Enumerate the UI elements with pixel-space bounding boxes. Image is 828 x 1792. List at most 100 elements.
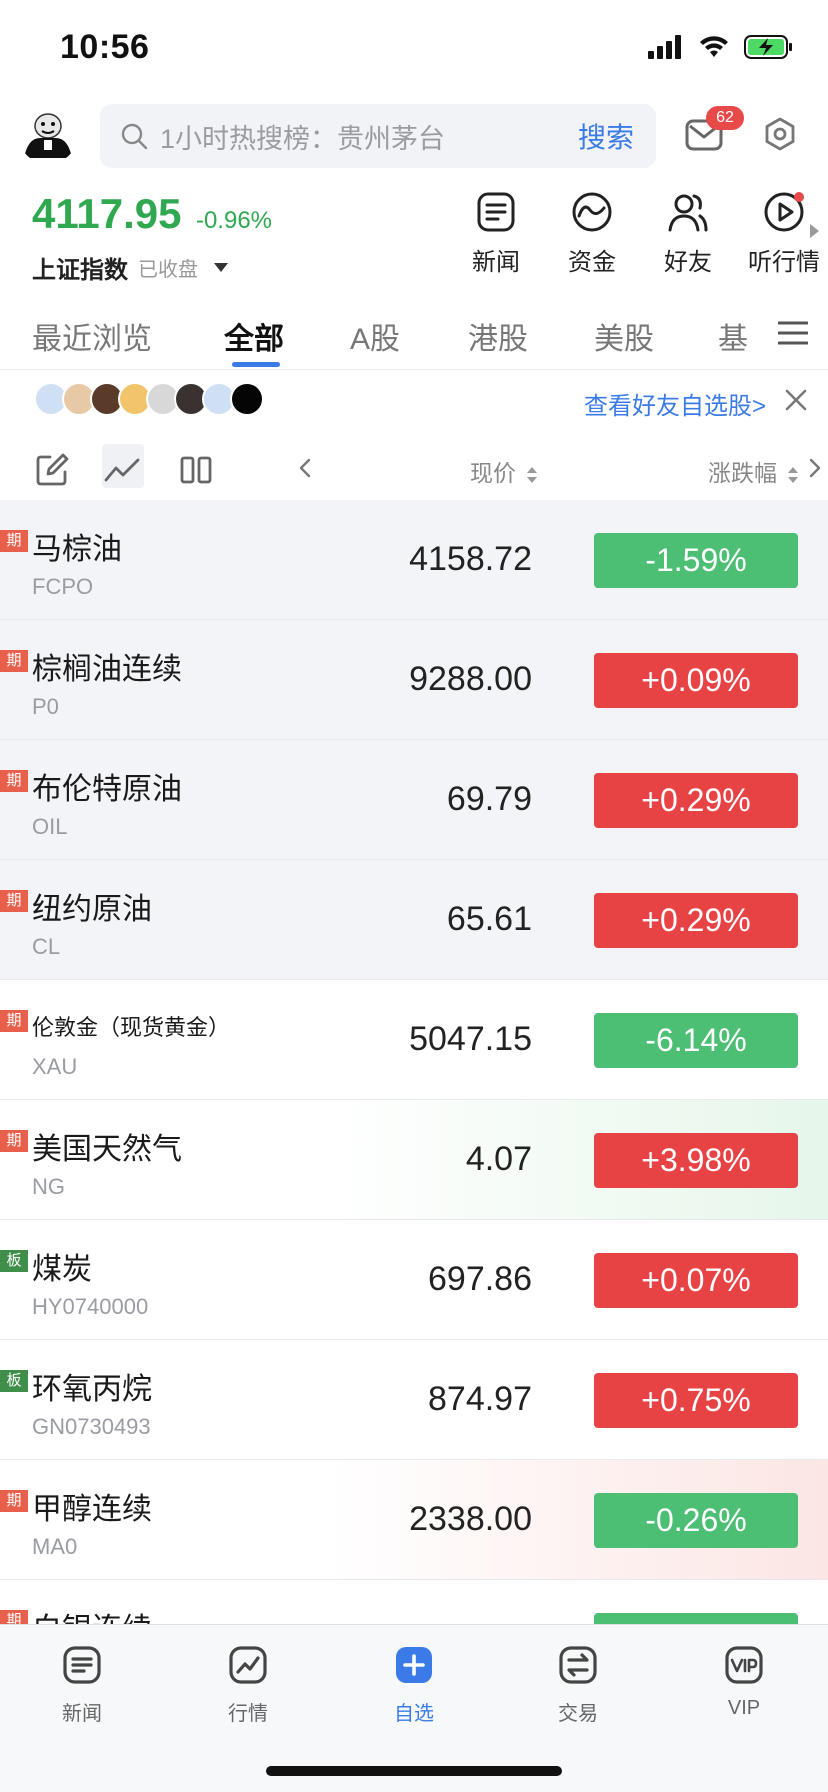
market-tab-icon bbox=[229, 1646, 267, 1684]
chevron-down-icon[interactable] bbox=[214, 263, 228, 272]
settings-icon[interactable] bbox=[762, 116, 798, 152]
trend-line-icon[interactable] bbox=[104, 452, 140, 488]
change-column-header[interactable]: 涨跌幅 bbox=[708, 454, 799, 488]
table-row[interactable]: 板 煤炭 HY0740000 697.86 +0.07% bbox=[0, 1220, 828, 1340]
quick-action-news[interactable]: 新闻 bbox=[448, 190, 544, 277]
search-icon bbox=[121, 123, 148, 150]
row-code: FCPO bbox=[32, 574, 94, 599]
menu-icon[interactable] bbox=[778, 320, 808, 346]
row-price: 4.07 bbox=[465, 1140, 532, 1178]
news-tab-icon bbox=[63, 1646, 101, 1684]
row-price: 5047.15 bbox=[409, 1020, 532, 1058]
status-icons bbox=[648, 34, 794, 60]
row-price: 69.79 bbox=[446, 780, 532, 818]
search-button[interactable]: 搜索 bbox=[578, 116, 634, 156]
change-pill[interactable]: +0.09% bbox=[594, 653, 798, 708]
row-price: 874.97 bbox=[428, 1380, 532, 1418]
tab-recent[interactable]: 最近浏览 bbox=[32, 314, 152, 358]
table-row[interactable]: 期 甲醇连续 MA0 2338.00 -0.26% bbox=[0, 1460, 828, 1580]
row-code: XAU bbox=[32, 1054, 78, 1079]
table-row[interactable]: 期 白银连续 bbox=[0, 1580, 828, 1624]
row-price: 697.86 bbox=[428, 1260, 532, 1298]
friends-watchlist-bar: 查看好友自选股> bbox=[0, 372, 828, 428]
row-name: 美国天然气 bbox=[32, 1133, 182, 1166]
row-name: 布伦特原油 bbox=[32, 773, 182, 806]
price-column-header[interactable]: 现价 bbox=[470, 454, 538, 488]
columns-icon[interactable] bbox=[178, 452, 214, 488]
table-row[interactable]: 板 环氧丙烷 GN0730493 874.97 +0.75% bbox=[0, 1340, 828, 1460]
table-row[interactable]: 期 马棕油 FCPO 4158.72 -1.59% bbox=[0, 500, 828, 620]
fund-flow-icon bbox=[572, 192, 612, 232]
tab-a-share[interactable]: A股 bbox=[350, 314, 400, 358]
tab-all[interactable]: 全部 bbox=[224, 314, 284, 358]
tab-hk[interactable]: 港股 bbox=[468, 314, 528, 358]
change-pill[interactable]: -6.14% bbox=[594, 1013, 798, 1068]
chevron-left-icon[interactable] bbox=[298, 458, 312, 478]
news-icon bbox=[477, 192, 515, 232]
row-name: 煤炭 bbox=[32, 1253, 92, 1286]
friend-avatars[interactable] bbox=[34, 382, 264, 416]
table-row[interactable]: 期 布伦特原油 OIL 69.79 +0.29% bbox=[0, 740, 828, 860]
change-pill[interactable]: +0.29% bbox=[594, 893, 798, 948]
change-pill[interactable]: +3.98% bbox=[594, 1133, 798, 1188]
status-time: 10:56 bbox=[60, 28, 150, 66]
view-friends-watchlist-link[interactable]: 查看好友自选股> bbox=[584, 386, 766, 421]
table-row[interactable]: 期 美国天然气 NG 4.07 +3.98% bbox=[0, 1100, 828, 1220]
change-pill[interactable]: -1.59% bbox=[594, 533, 798, 588]
nav-watchlist[interactable]: 自选 bbox=[354, 1645, 474, 1726]
tab-us[interactable]: 美股 bbox=[594, 314, 654, 358]
quick-action-label: 好友 bbox=[664, 249, 712, 276]
table-row[interactable]: 期 伦敦金（现货黄金） XAU 5047.15 -6.14% bbox=[0, 980, 828, 1100]
quick-action-label: 新闻 bbox=[472, 249, 520, 276]
nav-trade[interactable]: 交易 bbox=[518, 1645, 638, 1726]
search-input[interactable]: 1小时热搜榜：贵州茅台 bbox=[160, 117, 578, 156]
tab-fund[interactable]: 基 bbox=[718, 314, 748, 358]
nav-label: 交易 bbox=[558, 1703, 598, 1725]
tab-active-indicator bbox=[232, 362, 280, 367]
sort-icon bbox=[788, 466, 799, 483]
index-status: 已收盘 bbox=[138, 259, 198, 281]
futures-tag: 期 bbox=[0, 1490, 28, 1512]
chevron-right-icon[interactable] bbox=[808, 458, 822, 478]
futures-tag: 期 bbox=[0, 530, 28, 552]
change-pill[interactable]: +0.29% bbox=[594, 773, 798, 828]
row-name: 马棕油 bbox=[32, 533, 122, 566]
table-row[interactable]: 期 纽约原油 CL 65.61 +0.29% bbox=[0, 860, 828, 980]
nav-news[interactable]: 新闻 bbox=[22, 1645, 142, 1726]
row-code: NG bbox=[32, 1174, 65, 1199]
nav-vip[interactable]: VIP bbox=[684, 1645, 804, 1720]
change-pill[interactable]: -0.26% bbox=[594, 1493, 798, 1548]
close-icon[interactable] bbox=[784, 388, 808, 412]
play-audio-icon bbox=[764, 192, 804, 232]
quick-action-friends[interactable]: 好友 bbox=[640, 190, 736, 277]
change-pill[interactable]: +0.07% bbox=[594, 1253, 798, 1308]
row-name: 棕榈油连续 bbox=[32, 653, 182, 686]
index-change: -0.96% bbox=[195, 207, 273, 234]
row-code: HY0740000 bbox=[32, 1294, 149, 1319]
top-header: 1小时热搜榜：贵州茅台 搜索 62 bbox=[0, 100, 828, 172]
quick-action-fund[interactable]: 资金 bbox=[544, 190, 640, 277]
futures-tag: 期 bbox=[0, 1010, 28, 1032]
index-summary[interactable]: 4117.95 -0.96% 上证指数 已收盘 bbox=[32, 190, 272, 285]
change-pill[interactable] bbox=[594, 1613, 798, 1624]
row-name: 伦敦金（现货黄金） bbox=[32, 1015, 231, 1040]
table-row[interactable]: 期 棕榈油连续 P0 9288.00 +0.09% bbox=[0, 620, 828, 740]
nav-market[interactable]: 行情 bbox=[188, 1645, 308, 1726]
row-code: MA0 bbox=[32, 1534, 78, 1559]
battery-charging-icon bbox=[744, 35, 792, 59]
row-code: GN0730493 bbox=[32, 1414, 151, 1439]
row-code: CL bbox=[32, 934, 61, 959]
trade-tab-icon bbox=[559, 1646, 597, 1684]
home-indicator bbox=[266, 1766, 562, 1776]
status-bar: 10:56 bbox=[0, 0, 828, 96]
change-pill[interactable]: +0.75% bbox=[594, 1373, 798, 1428]
row-name: 甲醇连续 bbox=[32, 1493, 152, 1526]
row-code: P0 bbox=[32, 694, 59, 719]
friends-icon bbox=[668, 194, 708, 232]
avatar[interactable] bbox=[18, 104, 78, 164]
chevron-right-icon[interactable] bbox=[810, 224, 819, 238]
search-bar[interactable]: 1小时热搜榜：贵州茅台 搜索 bbox=[100, 104, 656, 168]
vip-tab-icon bbox=[725, 1646, 763, 1684]
index-name: 上证指数 bbox=[32, 257, 128, 284]
edit-icon[interactable] bbox=[34, 452, 70, 488]
